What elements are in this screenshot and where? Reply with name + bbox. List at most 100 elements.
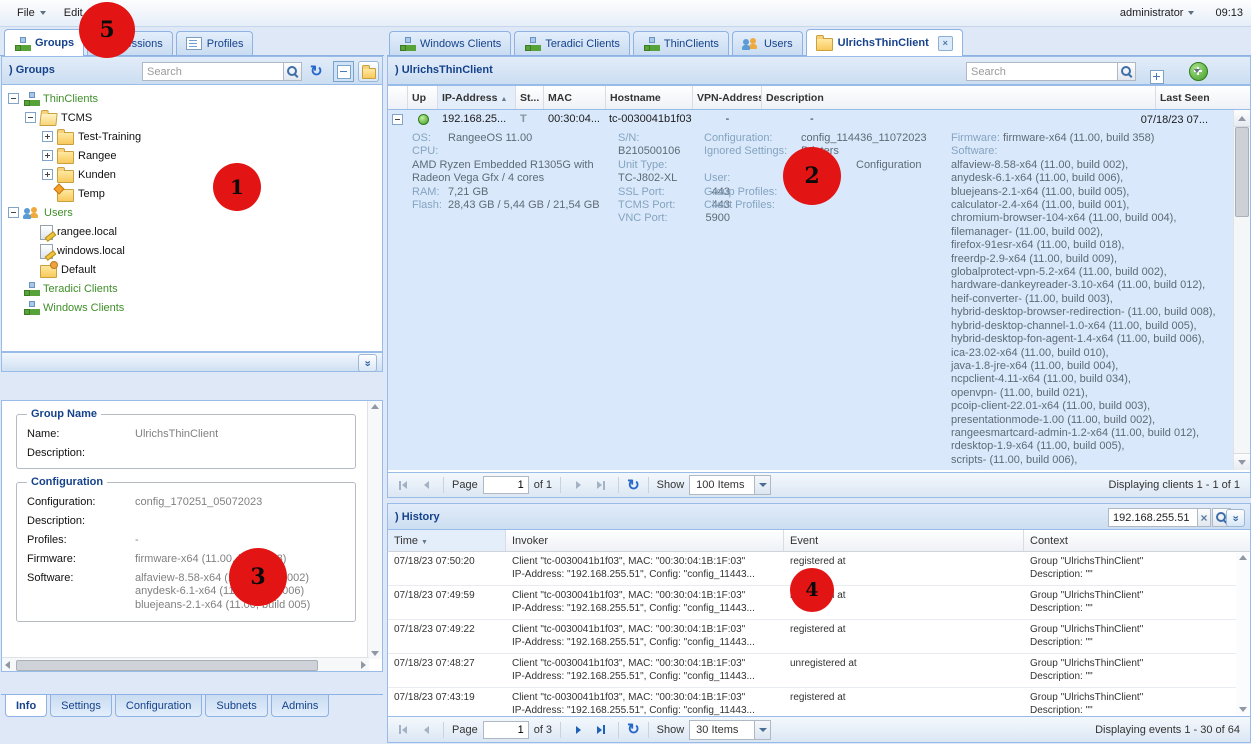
tree-item[interactable]: Test-Training (2, 127, 382, 146)
expand-panel-button[interactable] (358, 354, 377, 372)
expand-all-icon[interactable] (1150, 70, 1164, 84)
main-tab[interactable]: Teradici Clients (514, 31, 630, 55)
column-header-status[interactable]: St... (516, 86, 544, 109)
details-vertical-scrollbar[interactable] (367, 401, 382, 659)
tree-item[interactable]: Default (2, 260, 382, 279)
details-horizontal-scrollbar[interactable] (2, 657, 369, 671)
scrollbar-thumb[interactable] (16, 660, 318, 671)
scrollbar-thumb[interactable] (1235, 127, 1249, 217)
last-page-button[interactable] (592, 476, 610, 494)
prev-page-button[interactable] (417, 721, 435, 739)
details-tab[interactable]: Subnets (205, 695, 267, 717)
grid-vertical-scrollbar[interactable] (1233, 110, 1250, 470)
history-vertical-scrollbar[interactable] (1236, 552, 1250, 715)
tree-item[interactable]: TCMS (2, 108, 382, 127)
page-input[interactable] (483, 721, 529, 739)
page-size-select[interactable]: 30 Items (689, 720, 771, 740)
row-collapse-icon[interactable] (392, 114, 403, 125)
tree-expander[interactable] (42, 131, 53, 142)
menu-file[interactable]: File (8, 3, 55, 23)
details-tab[interactable]: Admins (271, 695, 330, 717)
column-header-time[interactable]: Time (388, 530, 506, 551)
next-page-button[interactable] (569, 476, 587, 494)
first-page-button[interactable] (394, 476, 412, 494)
tree-item[interactable]: Teradici Clients (2, 279, 382, 298)
tree-expander[interactable] (8, 93, 19, 104)
prev-page-button[interactable] (417, 476, 435, 494)
tab-icon (816, 38, 833, 51)
scroll-up-icon[interactable] (1239, 555, 1247, 560)
collapsed-panel-bar[interactable] (1, 352, 383, 372)
column-header-last-seen[interactable]: Last Seen (1156, 86, 1250, 109)
last-page-button[interactable] (592, 721, 610, 739)
scroll-up-icon[interactable] (371, 404, 379, 409)
history-row[interactable]: 07/18/23 07:48:27 Client "tc-0030041b1f0… (388, 654, 1250, 688)
left-tab[interactable]: Profiles (176, 31, 254, 55)
tree-item[interactable]: Rangee (2, 146, 382, 165)
clear-search-button[interactable] (1197, 508, 1211, 527)
details-tab[interactable]: Settings (50, 695, 112, 717)
refresh-icon[interactable] (627, 722, 640, 737)
left-tab[interactable]: Groups (4, 29, 84, 56)
search-button[interactable] (1117, 62, 1136, 81)
search-button[interactable] (283, 62, 302, 81)
select-dropdown-button[interactable] (754, 476, 770, 494)
column-header-context[interactable]: Context (1024, 530, 1250, 551)
tree-expander[interactable] (42, 169, 53, 180)
tree-expander[interactable] (25, 112, 36, 123)
tree-expander[interactable] (8, 207, 19, 218)
page-size-select[interactable]: 100 Items (689, 475, 771, 495)
details-tab[interactable]: Configuration (115, 695, 202, 717)
scroll-left-icon[interactable] (5, 661, 10, 669)
column-header-hostname[interactable]: Hostname (606, 86, 693, 109)
main-tab[interactable]: Users (732, 31, 803, 55)
event-context: Group "UlrichsThinClient" Description: "… (1024, 691, 1250, 716)
column-header-vpn[interactable]: VPN-Address (693, 86, 762, 109)
tree-item-icon (40, 244, 53, 259)
tree-item-label: Test-Training (78, 131, 141, 143)
history-row[interactable]: 07/18/23 07:43:19 Client "tc-0030041b1f0… (388, 688, 1250, 716)
column-header-ip[interactable]: IP-Address (438, 86, 516, 109)
collapse-all-button[interactable] (333, 61, 354, 82)
client-search-input[interactable] (966, 62, 1118, 81)
column-header-description[interactable]: Description (762, 86, 1156, 109)
column-header-invoker[interactable]: Invoker (506, 530, 784, 551)
main-tab[interactable]: UlrichsThinClient (806, 29, 963, 56)
user-menu[interactable]: administrator (1111, 3, 1204, 23)
page-input[interactable] (483, 476, 529, 494)
tree-expander[interactable] (42, 150, 53, 161)
history-search-input[interactable] (1108, 508, 1198, 527)
column-header-event[interactable]: Event (784, 530, 1024, 551)
details-tab[interactable]: Info (5, 695, 47, 717)
tree-item[interactable]: ThinClients (2, 89, 382, 108)
tree-item[interactable]: Kunden (2, 165, 382, 184)
tree-item[interactable]: rangee.local (2, 222, 382, 241)
client-row[interactable]: 192.168.25... T 00:30:04... tc-0030041b1… (388, 110, 1234, 128)
manage-folders-button[interactable] (358, 61, 379, 82)
column-header-mac[interactable]: MAC (544, 86, 606, 109)
group-search-input[interactable] (142, 62, 284, 81)
scroll-down-button[interactable] (1234, 453, 1250, 470)
scroll-down-icon[interactable] (1239, 707, 1247, 712)
page-of-label: of 1 (534, 479, 552, 491)
close-icon[interactable] (938, 36, 953, 51)
collapse-history-button[interactable] (1226, 509, 1245, 527)
refresh-icon[interactable] (627, 478, 640, 493)
tree-item[interactable]: Windows Clients (2, 298, 382, 317)
history-row[interactable]: 07/18/23 07:49:22 Client "tc-0030041b1f0… (388, 620, 1250, 654)
main-tab[interactable]: Windows Clients (389, 31, 511, 55)
refresh-icon[interactable] (310, 64, 323, 79)
select-dropdown-button[interactable] (754, 721, 770, 739)
scroll-right-icon[interactable] (361, 661, 366, 669)
tree-item[interactable]: windows.local (2, 241, 382, 260)
main-tab[interactable]: ThinClients (633, 31, 729, 55)
scroll-up-button[interactable] (1234, 110, 1250, 127)
client-detail-hardware: OS:RangeeOS 11.00 CPU: AMD Ryzen Embedde… (412, 132, 612, 212)
tree-item[interactable]: Users (2, 203, 382, 222)
column-header-up[interactable]: Up (408, 86, 438, 109)
scroll-down-icon[interactable] (371, 651, 379, 656)
first-page-button[interactable] (394, 721, 412, 739)
next-page-button[interactable] (569, 721, 587, 739)
add-menu-chevron-icon[interactable] (1194, 69, 1200, 73)
tree-item[interactable]: Temp (2, 184, 382, 203)
